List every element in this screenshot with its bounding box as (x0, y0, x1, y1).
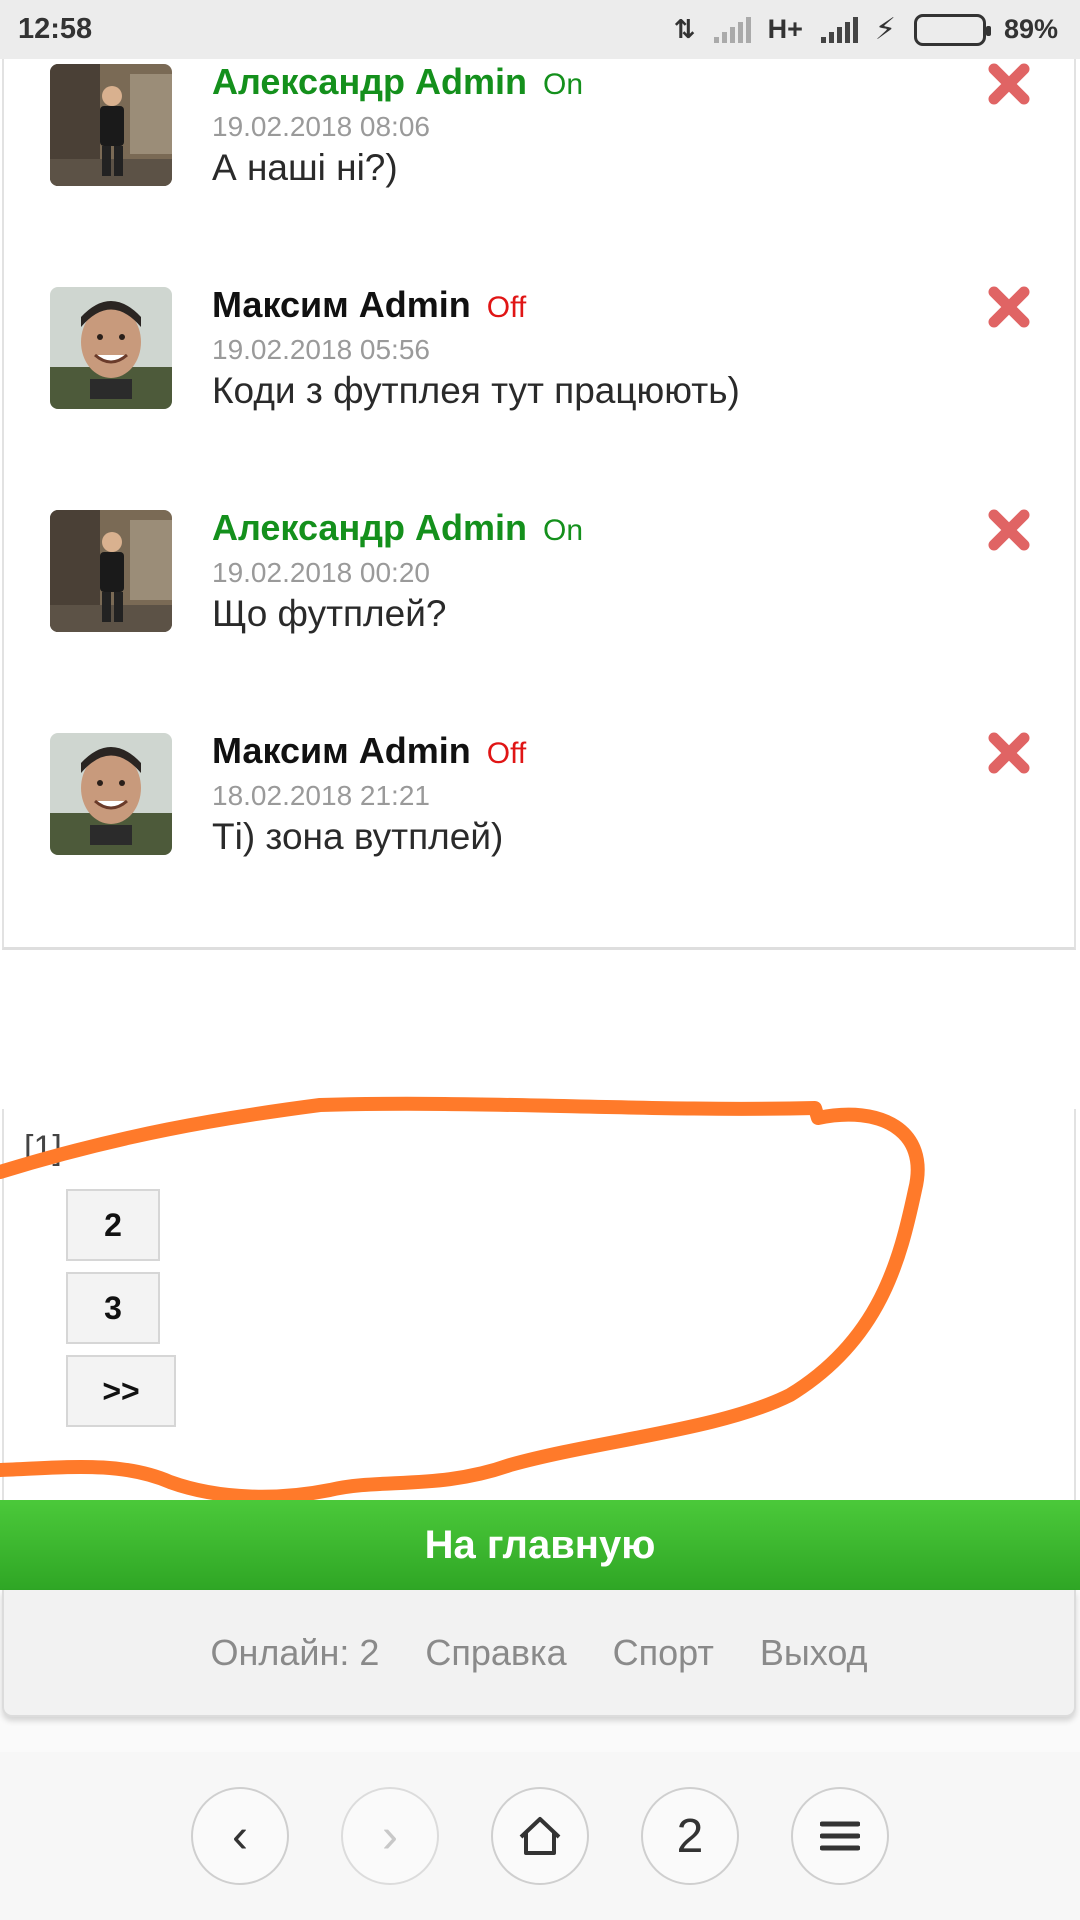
delete-message-button[interactable] (986, 730, 1032, 776)
avatar[interactable] (50, 733, 172, 855)
sport-link[interactable]: Спорт (613, 1632, 714, 1674)
message-author-line: Александр Admin On (212, 507, 583, 549)
message-meta: Александр Admin On 19.02.2018 00:20 Що футп… (212, 507, 583, 635)
signal-icon-2 (820, 16, 858, 43)
message-text: Коди з футплея тут працюють) (212, 370, 740, 411)
message-meta: Максим Admin Off 19.02.2018 05:56 Коди з фу… (212, 284, 740, 412)
message-author-line: Максим Admin Off (212, 284, 740, 326)
message-author-line: Александр Admin On (212, 61, 583, 103)
author-name[interactable]: Александр Admin (212, 507, 527, 548)
online-status-badge: On (543, 68, 584, 101)
hamburger-menu-icon (820, 1821, 860, 1851)
message-date: 18.02.2018 21:21 (212, 780, 430, 811)
online-status-badge: On (543, 514, 584, 547)
message-date: 19.02.2018 00:20 (212, 557, 430, 588)
close-icon (986, 509, 1032, 557)
message-text: Ті) зона вутплей) (212, 816, 504, 857)
delete-message-button[interactable] (986, 61, 1032, 107)
close-icon (986, 286, 1032, 334)
tabs-button[interactable]: 2 (641, 1787, 739, 1885)
pagination: [1] 2 3 >> (2, 1109, 1076, 1504)
browser-navigation-bar: ‹ › 2 (0, 1752, 1080, 1920)
signal-icon (713, 16, 751, 43)
page-3-button[interactable]: 3 (66, 1272, 160, 1344)
avatar[interactable] (50, 287, 172, 409)
author-name[interactable]: Максим Admin (212, 730, 471, 771)
message-text: А наші ні?) (212, 147, 398, 188)
author-name[interactable]: Александр Admin (212, 61, 527, 102)
chevron-left-icon: ‹ (232, 1809, 248, 1863)
current-page: [1] (24, 1129, 62, 1167)
footer-links: Онлайн: 2 Справка Спорт Выход (2, 1590, 1076, 1717)
chevron-right-icon: › (382, 1809, 398, 1863)
message-item: Максим Admin Off 18.02.2018 21:21 Ті) зона … (2, 678, 1076, 950)
author-name[interactable]: Максим Admin (212, 284, 471, 325)
forward-button[interactable]: › (341, 1787, 439, 1885)
message-date: 19.02.2018 05:56 (212, 334, 430, 365)
home-icon (519, 1817, 561, 1855)
avatar[interactable] (50, 64, 172, 186)
battery-percent: 89% (1003, 14, 1058, 44)
online-status-badge: Off (486, 737, 527, 770)
close-icon (986, 732, 1032, 780)
message-date: 19.02.2018 08:06 (212, 111, 430, 142)
online-status-badge: Off (486, 291, 527, 324)
menu-button[interactable] (791, 1787, 889, 1885)
avatar[interactable] (50, 510, 172, 632)
close-icon (986, 63, 1032, 111)
network-type: H+ (767, 14, 803, 44)
charging-icon: ⚡ (874, 13, 896, 46)
clock: 12:58 (18, 13, 93, 45)
delete-message-button[interactable] (986, 507, 1032, 553)
message-author-line: Максим Admin Off (212, 730, 526, 772)
guestbook-page: Александр Admin On 19.02.2018 08:06 А наші … (0, 59, 1080, 1504)
back-button[interactable]: ‹ (191, 1787, 289, 1885)
data-transfer-icon: ⇅ (673, 14, 696, 44)
next-page-button[interactable]: >> (66, 1355, 176, 1427)
page-2-button[interactable]: 2 (66, 1189, 160, 1261)
logout-link[interactable]: Выход (760, 1632, 868, 1674)
delete-message-button[interactable] (986, 284, 1032, 330)
status-bar: 12:58 ⇅ H+ ⚡ 89% (0, 0, 1080, 59)
online-count-link[interactable]: Онлайн: 2 (210, 1632, 379, 1674)
battery-icon (913, 13, 991, 46)
message-meta: Максим Admin Off 18.02.2018 21:21 Ті) зона … (212, 730, 526, 858)
help-link[interactable]: Справка (425, 1632, 566, 1674)
message-text: Що футплей? (212, 593, 447, 634)
home-nav-button[interactable] (491, 1787, 589, 1885)
message-meta: Александр Admin On 19.02.2018 08:06 А наші … (212, 61, 583, 189)
home-button[interactable]: На главную (0, 1500, 1080, 1590)
